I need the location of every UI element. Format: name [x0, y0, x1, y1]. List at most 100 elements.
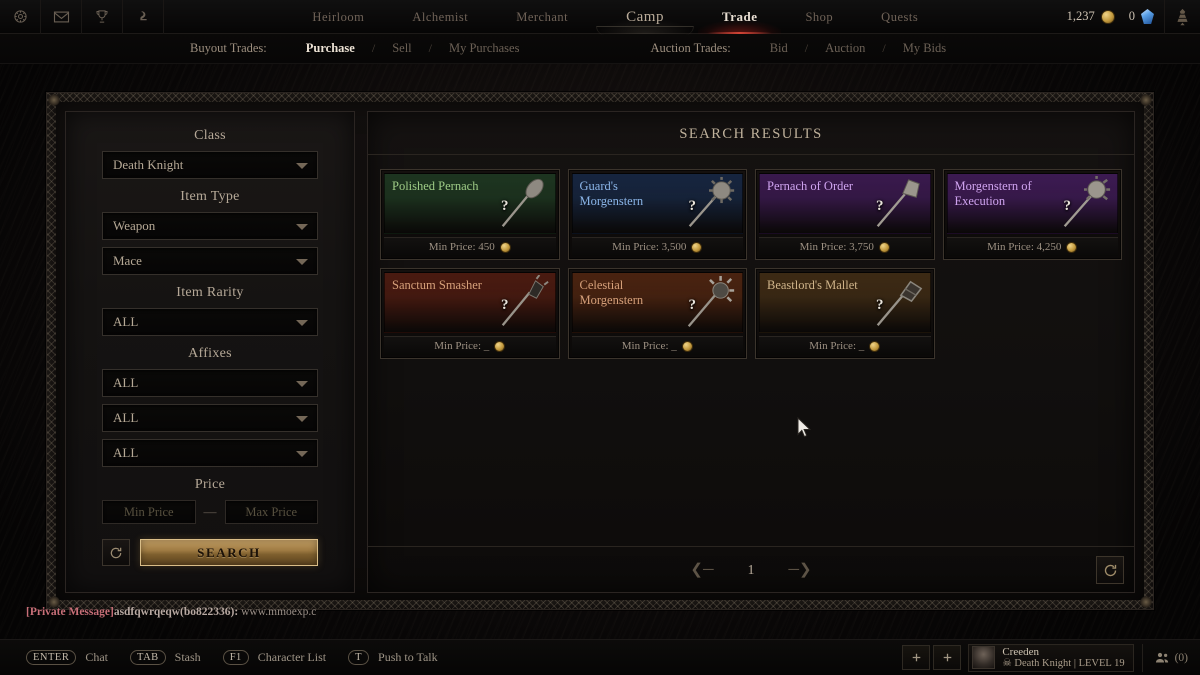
main-navigation: Heirloom Alchemist Merchant Camp Trade S… [164, 0, 1067, 35]
item-card[interactable]: Celestial Morgenstern? Min Price: _ [567, 268, 747, 359]
item-price-text: Min Price: 3,500 [612, 241, 687, 253]
chevron-down-icon [296, 320, 308, 326]
item-card[interactable]: Guard's Morgenstern? Min Price: 3,500 [567, 169, 747, 260]
max-price-input[interactable]: Max Price [224, 500, 318, 524]
add-slot-button-1[interactable] [902, 645, 931, 670]
subnav-item-bid[interactable]: Bid [757, 41, 801, 56]
gold-coin-icon [1100, 9, 1115, 24]
item-card-art: Polished Pernach? [384, 173, 556, 234]
item-card-footer: Min Price: 4,250 [946, 237, 1118, 256]
nav-item-camp[interactable]: Camp [592, 0, 698, 35]
min-price-input[interactable]: Min Price [102, 500, 196, 524]
chevron-down-icon [296, 416, 308, 422]
nav-item-alchemist[interactable]: Alchemist [388, 0, 492, 34]
hotkey-key-tab: TAB [130, 650, 166, 665]
player-class: Death Knight [1014, 657, 1072, 669]
chevron-down-icon [296, 381, 308, 387]
frame-corner-ornament [1140, 596, 1152, 608]
nav-item-shop[interactable]: Shop [781, 0, 857, 34]
subnav-separator: / [804, 41, 809, 55]
nav-item-heirloom[interactable]: Heirloom [288, 0, 388, 34]
class-dropdown[interactable]: Death Knight [102, 151, 318, 179]
item-card-footer: Min Price: 3,500 [571, 237, 743, 256]
affixes-label: Affixes [188, 346, 232, 361]
item-price-text: Min Price: _ [809, 340, 865, 352]
hotkey-label-push-to-talk[interactable]: Push to Talk [378, 650, 438, 665]
subnav-item-purchase[interactable]: Purchase [293, 41, 368, 56]
item-type-dropdown[interactable]: Weapon [102, 212, 318, 240]
gem-amount: 0 [1128, 9, 1135, 23]
reset-filters-button[interactable] [102, 539, 130, 566]
page-number: 1 [747, 561, 755, 577]
item-card-footer: Min Price: 450 [384, 237, 556, 256]
hotkey-label-character-list[interactable]: Character List [258, 650, 326, 665]
hotkey-label-chat[interactable]: Chat [85, 650, 108, 665]
subnav-item-my-bids[interactable]: My Bids [890, 41, 959, 56]
chevron-down-icon [296, 163, 308, 169]
frame-corner-ornament [48, 94, 60, 106]
pagination-bar: ❮─ 1 ─❯ [368, 546, 1134, 592]
unknown-marker: ? [501, 198, 509, 214]
item-name: Celestial Morgenstern [579, 278, 644, 307]
affix-3-dropdown[interactable]: ALL [102, 439, 318, 467]
item-card[interactable]: Sanctum Smasher? Min Price: _ [380, 268, 560, 359]
pet-icon[interactable] [123, 0, 164, 34]
item-name: Morgenstern of Execution [954, 179, 1032, 208]
item-type-label: Item Type [180, 189, 240, 204]
subnav-item-auction[interactable]: Auction [812, 41, 878, 56]
item-subtype-dropdown[interactable]: Mace [102, 247, 318, 275]
hotkey-key-t: T [348, 650, 370, 665]
affix-1-dropdown[interactable]: ALL [102, 369, 318, 397]
hotkey-label-stash[interactable]: Stash [175, 650, 201, 665]
nav-item-trade[interactable]: Trade [697, 0, 782, 34]
search-button[interactable]: SEARCH [140, 539, 318, 566]
nav-item-quests[interactable]: Quests [857, 0, 942, 34]
frame-border-left [47, 93, 56, 609]
refresh-results-button[interactable] [1096, 556, 1124, 584]
affix-2-dropdown[interactable]: ALL [102, 404, 318, 432]
trophy-icon[interactable] [82, 0, 123, 34]
party-indicator[interactable]: (0) [1141, 643, 1188, 672]
mail-icon[interactable] [41, 0, 82, 34]
item-price-text: Min Price: _ [434, 340, 490, 352]
gold-coin-icon [1066, 241, 1078, 253]
next-arrow-icon[interactable]: ─❯ [788, 560, 811, 579]
item-card-art: Guard's Morgenstern? [571, 173, 743, 234]
item-card-footer: Min Price: 3,750 [759, 237, 931, 256]
chat-message-line: [Private Message]asdfqwrqeqw(bo822336): … [26, 606, 316, 618]
nav-item-merchant[interactable]: Merchant [492, 0, 592, 34]
prev-arrow-icon[interactable]: ❮─ [690, 560, 713, 579]
subnav-item-sell[interactable]: Sell [379, 41, 424, 56]
subnav-separator: / [371, 41, 376, 55]
item-card-footer: Min Price: _ [384, 336, 556, 355]
hotkey-hints: ENTER Chat TAB Stash F1 Character List T… [26, 650, 451, 665]
gold-coin-icon [691, 241, 703, 253]
item-card-art: Pernach of Order? [759, 173, 931, 234]
item-card-art: Morgenstern of Execution? [946, 173, 1118, 234]
chat-sender: asdfqwrqeqw(bo822336): [113, 606, 239, 618]
price-range-dash: — [203, 504, 217, 519]
compass-icon[interactable] [0, 0, 41, 34]
ornament-icon[interactable] [1164, 0, 1200, 34]
item-card[interactable]: Pernach of Order? Min Price: 3,750 [755, 169, 935, 260]
player-name: Creeden [1002, 645, 1039, 658]
item-card[interactable]: Beastlord's Mallet? Min Price: _ [755, 268, 935, 359]
affix-1-value: ALL [113, 375, 139, 390]
class-emblem-icon: ☠ [1002, 657, 1012, 669]
item-card-footer: Min Price: _ [571, 336, 743, 355]
item-price-text: Min Price: 3,750 [799, 241, 874, 253]
min-price-placeholder: Min Price [123, 504, 174, 519]
item-card[interactable]: Morgenstern of Execution? Min Price: 4,25… [942, 169, 1122, 260]
subnav-item-my-purchases[interactable]: My Purchases [436, 41, 532, 56]
gold-amount: 1,237 [1066, 9, 1095, 23]
frame-corner-ornament [1140, 94, 1152, 106]
blue-gem-icon [1141, 9, 1154, 24]
item-rarity-dropdown[interactable]: ALL [102, 308, 318, 336]
price-range-row: Min Price — Max Price [102, 500, 318, 524]
item-name: Polished Pernach [392, 179, 479, 193]
player-info-panel[interactable]: Creeden ☠ Death Knight | LEVEL 19 [968, 643, 1134, 672]
unknown-marker: ? [688, 198, 697, 214]
add-slot-button-2[interactable] [933, 645, 962, 670]
gold-coin-icon [494, 340, 506, 352]
item-card[interactable]: Polished Pernach? Min Price: 450 [380, 169, 560, 260]
